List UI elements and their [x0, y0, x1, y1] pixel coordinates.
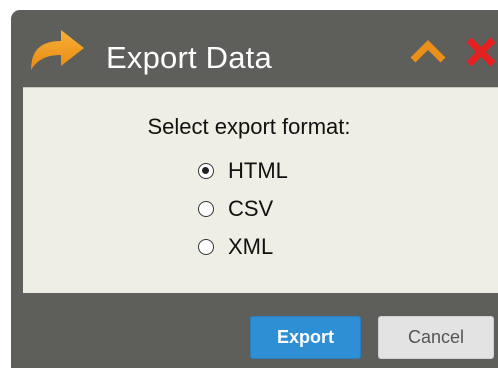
- dialog-content: Select export format: HTML CSV XML: [23, 87, 498, 293]
- close-icon[interactable]: [464, 35, 498, 69]
- radio-option-html[interactable]: HTML: [198, 157, 288, 185]
- export-dialog: Export Data Select export format: HTML C…: [11, 10, 498, 368]
- chevron-up-icon[interactable]: [410, 38, 446, 64]
- radio-label-xml: XML: [228, 234, 274, 259]
- share-arrow-icon: [31, 30, 84, 70]
- radio-button-html[interactable]: [198, 163, 214, 179]
- radio-button-csv[interactable]: [198, 201, 214, 217]
- radio-button-xml[interactable]: [198, 239, 214, 255]
- radio-label-html: HTML: [228, 158, 288, 183]
- radio-label-csv: CSV: [228, 196, 274, 221]
- cancel-button[interactable]: Cancel: [378, 316, 494, 359]
- dialog-title: Export Data: [106, 40, 272, 75]
- export-button[interactable]: Export: [250, 316, 361, 359]
- title-bar[interactable]: Export Data: [11, 10, 498, 88]
- format-prompt: Select export format:: [147, 114, 351, 139]
- radio-option-xml[interactable]: XML: [198, 233, 273, 261]
- radio-option-csv[interactable]: CSV: [198, 195, 273, 223]
